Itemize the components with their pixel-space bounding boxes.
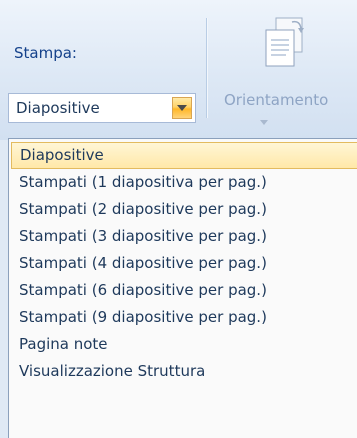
dropdown-item[interactable]: Pagina note: [11, 331, 357, 358]
dropdown-item[interactable]: Visualizzazione Struttura: [11, 358, 357, 385]
dropdown-arrow-button[interactable]: [172, 97, 192, 119]
chevron-down-icon: [177, 105, 187, 111]
print-what-label: Stampa:: [14, 44, 77, 62]
dropdown-item[interactable]: Stampati (9 diapositive per pag.): [11, 304, 357, 331]
print-what-value: Diapositive: [16, 99, 100, 117]
orientation-chevron-icon: [260, 120, 268, 125]
dropdown-item[interactable]: Stampati (1 diapositiva per pag.): [11, 169, 357, 196]
dropdown-item[interactable]: Stampati (3 diapositive per pag.): [11, 223, 357, 250]
dropdown-item[interactable]: Diapositive: [11, 142, 357, 169]
group-separator: [206, 18, 207, 118]
orientation-label[interactable]: Orientamento: [224, 91, 328, 109]
dropdown-item[interactable]: Stampati (6 diapositive per pag.): [11, 277, 357, 304]
ribbon-panel: Stampa: Diapositive Orientamento: [0, 0, 357, 140]
dropdown-item[interactable]: Stampati (4 diapositive per pag.): [11, 250, 357, 277]
dropdown-item[interactable]: Stampati (2 diapositive per pag.): [11, 196, 357, 223]
page-orientation-icon[interactable]: [262, 16, 308, 72]
print-what-combobox[interactable]: Diapositive: [8, 93, 196, 123]
print-what-dropdown-list: Diapositive Stampati (1 diapositiva per …: [8, 138, 357, 438]
